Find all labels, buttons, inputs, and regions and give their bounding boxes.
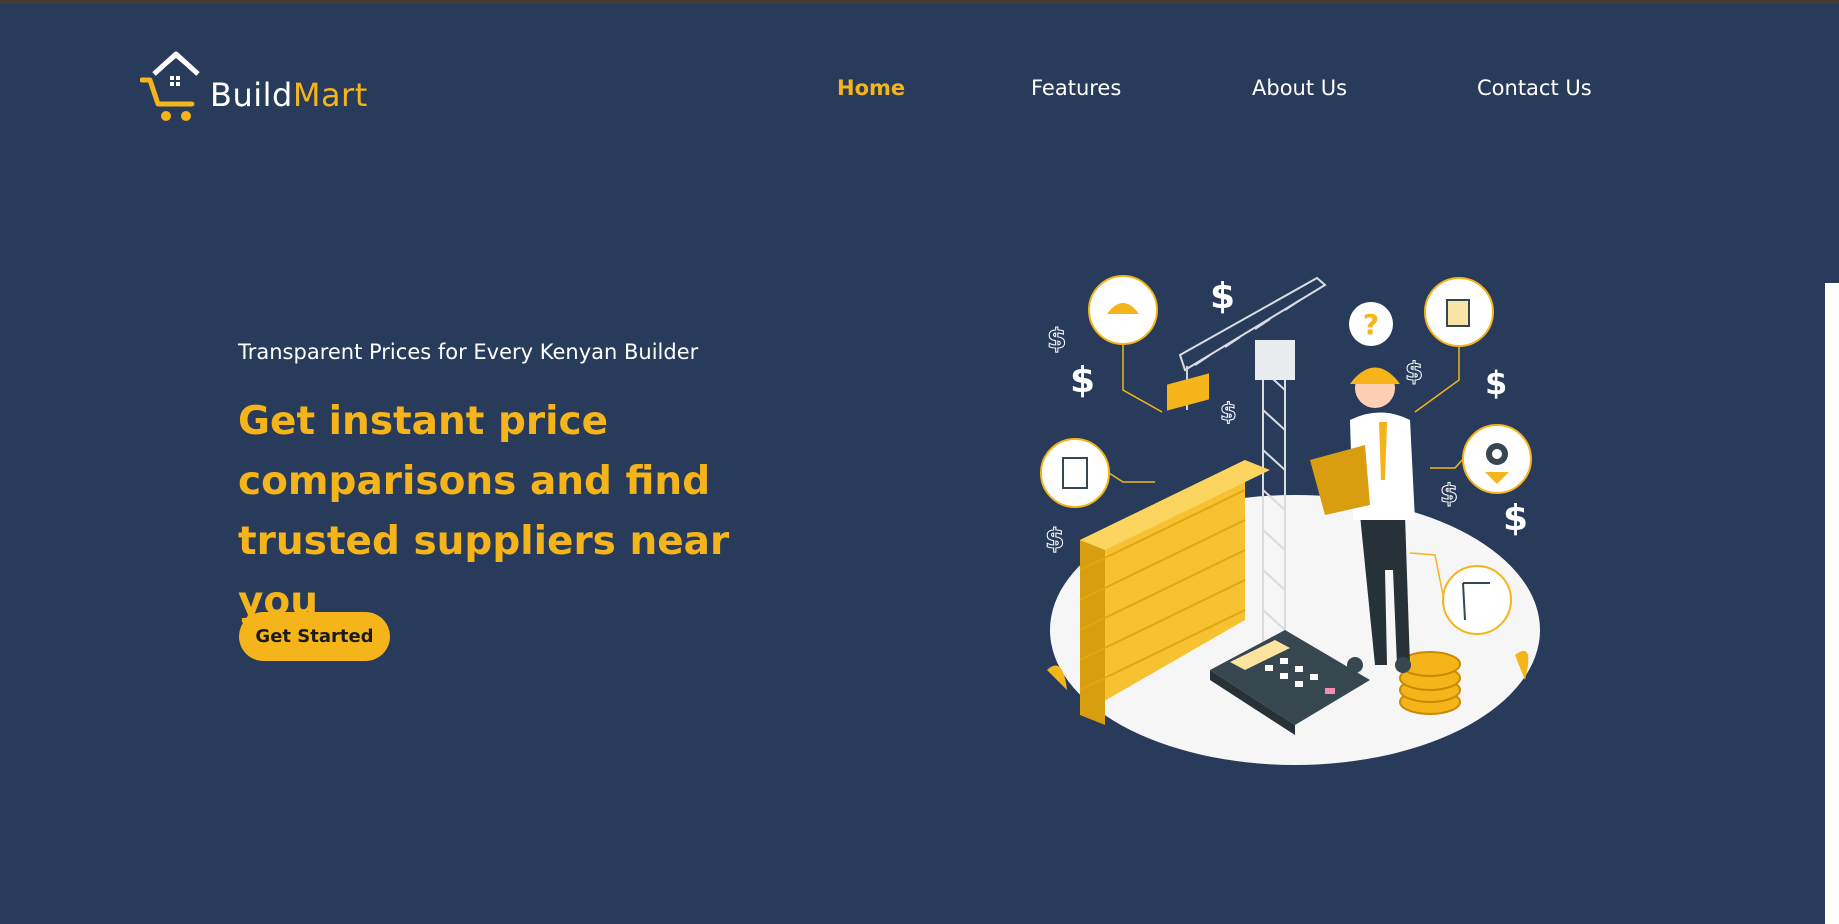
main-nav: Home Features About Us Contact Us — [0, 76, 1839, 106]
hero-subtitle: Transparent Prices for Every Kenyan Buil… — [238, 340, 699, 364]
nav-contact-us[interactable]: Contact Us — [1477, 76, 1592, 100]
get-started-button[interactable]: Get Started — [239, 612, 390, 661]
right-edge-panel — [1825, 283, 1839, 924]
clipboard-icon — [1040, 438, 1110, 508]
nav-about-us[interactable]: About Us — [1252, 76, 1347, 100]
svg-text:$: $ — [1047, 322, 1066, 355]
svg-text:$: $ — [1220, 398, 1237, 426]
nav-features[interactable]: Features — [1031, 76, 1121, 100]
svg-text:$: $ — [1440, 479, 1458, 509]
svg-text:$: $ — [1405, 357, 1423, 387]
top-border — [0, 0, 1839, 4]
nav-home[interactable]: Home — [837, 76, 905, 100]
svg-text:$: $ — [1210, 276, 1235, 317]
hero-headline: Get instant price comparisons and find t… — [238, 399, 730, 624]
svg-text:$: $ — [1045, 522, 1064, 555]
crane-small-icon — [1442, 565, 1512, 635]
svg-text:$: $ — [1070, 360, 1095, 401]
svg-text:?: ? — [1363, 308, 1379, 341]
svg-text:$: $ — [1503, 498, 1528, 539]
hero-illustration: ? $ $ $ $ $ $ $ $ $ — [1040, 275, 1540, 765]
svg-text:$: $ — [1485, 364, 1507, 402]
